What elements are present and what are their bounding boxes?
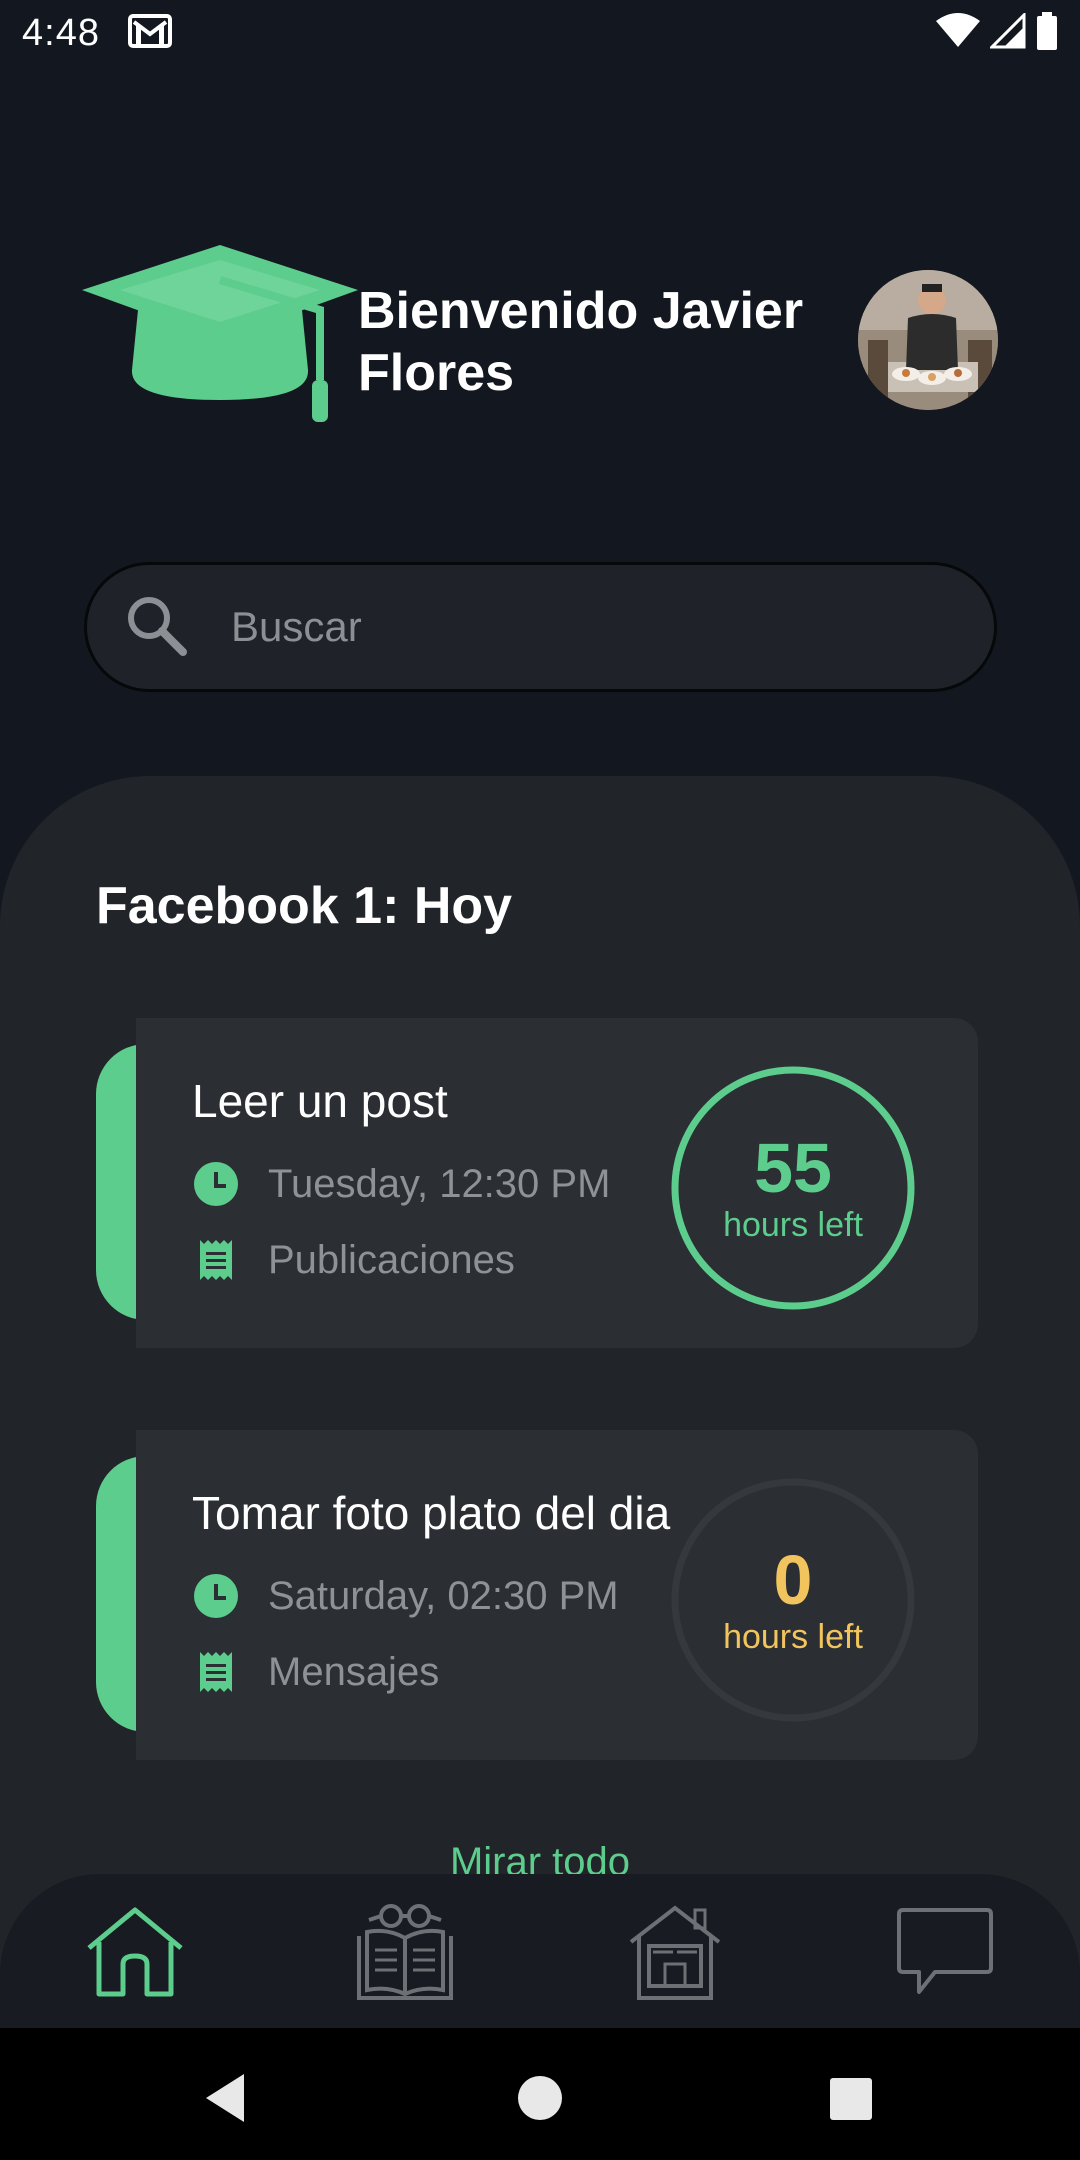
nav-reading[interactable] (350, 1902, 460, 2007)
gmail-icon (127, 13, 172, 53)
home-icon (85, 1906, 185, 2003)
system-nav-bar (0, 2028, 1080, 2160)
receipt-icon (192, 1648, 240, 1696)
search-placeholder: Buscar (231, 603, 362, 650)
hours-left-indicator: 55 hours left (670, 1065, 916, 1311)
task-category: Mensajes (268, 1649, 440, 1694)
task-card[interactable]: Tomar foto plato del dia Saturday, 02:30… (96, 1430, 978, 1760)
signal-icon (988, 10, 1026, 54)
hours-left-indicator: 0 hours left (670, 1477, 916, 1723)
task-card-body: Tomar foto plato del dia Saturday, 02:30… (136, 1430, 978, 1760)
task-card[interactable]: Leer un post Tuesday, 12:30 PM Publicaci… (96, 1018, 978, 1348)
task-category-row: Publicaciones (192, 1236, 515, 1284)
clock-icon (192, 1160, 240, 1208)
back-icon[interactable] (196, 2068, 256, 2128)
clock-icon (192, 1572, 240, 1620)
status-left: 4:48 (22, 12, 172, 55)
task-title: Leer un post (192, 1075, 448, 1127)
tasks-panel: Facebook 1: Hoy Leer un post Tuesday, 12… (0, 776, 1080, 2016)
hours-left-value: 55 (754, 1129, 832, 1207)
task-datetime-row: Tuesday, 12:30 PM (192, 1160, 610, 1208)
search-icon (123, 592, 193, 662)
receipt-icon (192, 1236, 240, 1284)
graduation-cap-icon (80, 240, 360, 440)
nav-chat[interactable] (890, 1904, 1000, 2004)
workspace-icon (625, 1902, 725, 2007)
task-category-row: Mensajes (192, 1648, 439, 1696)
status-bar: 4:48 (0, 0, 1080, 66)
task-card-body: Leer un post Tuesday, 12:30 PM Publicaci… (136, 1018, 978, 1348)
wifi-icon (936, 12, 980, 54)
search-input[interactable]: Buscar (84, 562, 997, 692)
battery-icon (1036, 11, 1058, 55)
nav-home[interactable] (80, 1904, 190, 2004)
hours-left-label: hours left (723, 1618, 863, 1656)
header: Bienvenido Javier Flores (0, 240, 1080, 440)
task-title: Tomar foto plato del dia (192, 1487, 671, 1539)
bottom-nav (0, 1874, 1080, 2028)
section-title: Facebook 1: Hoy (96, 877, 513, 935)
avatar[interactable] (858, 270, 998, 410)
task-datetime: Saturday, 02:30 PM (268, 1573, 619, 1618)
recents-icon[interactable] (820, 2068, 880, 2128)
reading-icon (355, 1902, 455, 2007)
home-button-icon[interactable] (510, 2068, 570, 2128)
nav-workspace[interactable] (620, 1904, 730, 2004)
welcome-title: Bienvenido Javier Flores (358, 282, 804, 402)
status-right (936, 10, 1058, 55)
hours-left-value: 0 (773, 1541, 813, 1619)
task-datetime-row: Saturday, 02:30 PM (192, 1572, 619, 1620)
task-category: Publicaciones (268, 1237, 515, 1282)
task-datetime: Tuesday, 12:30 PM (268, 1161, 611, 1206)
chat-icon (895, 1906, 995, 2003)
status-time: 4:48 (22, 11, 100, 54)
hours-left-label: hours left (723, 1206, 863, 1244)
